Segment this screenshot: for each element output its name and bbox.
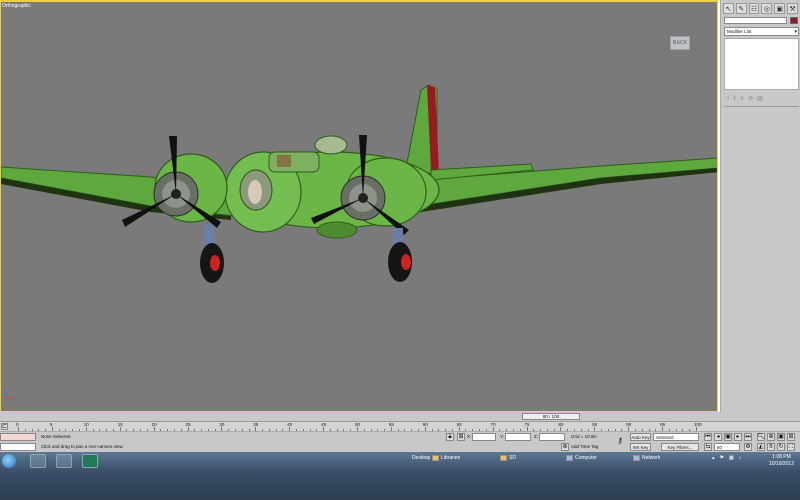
viewport-orthographic[interactable]: Orthographic BACK [0, 0, 718, 412]
pan-view-icon[interactable]: ✋︎ [767, 443, 775, 451]
lock-selection-icon[interactable]: 🔒︎ [446, 433, 454, 441]
goto-end-icon[interactable]: ⏭︎ [744, 433, 752, 441]
track-bar[interactable]: ⊏ 0 5 10 15 20 25 30 35 40 45 50 55 60 65 70 75 80 85 90 95… [0, 421, 800, 431]
maxscript-mini-listener[interactable] [0, 443, 36, 451]
chevron-down-icon: ▾ [794, 29, 797, 35]
start-button-icon[interactable] [2, 454, 16, 468]
computer-icon [566, 455, 573, 461]
desktop-label: Desktop [412, 455, 431, 461]
z-label: Z: [534, 434, 538, 439]
viewcube[interactable]: BACK [668, 33, 692, 51]
y-label: Y: [500, 434, 505, 439]
tray-arrow-icon[interactable]: ▴ [712, 455, 715, 461]
create-tab-icon[interactable]: ↖ [723, 3, 734, 14]
sd-item[interactable]: SD [500, 455, 516, 461]
key-icon[interactable]: ⚷ [616, 437, 624, 445]
clock-time: 1:08 PM [772, 454, 791, 460]
grid-size: Grid = 10.0in [571, 434, 597, 439]
add-time-tag[interactable]: Add Time Tag [571, 443, 598, 451]
maximize-viewport-icon[interactable]: ⛶ [787, 443, 795, 451]
x-label: X: [467, 434, 472, 439]
network-label: Network [642, 455, 661, 461]
command-panel-tabs: ↖ ✎ ☷ ◎ ▣ ⚒ [721, 0, 800, 17]
orbit-icon[interactable]: ↻ [777, 443, 785, 451]
remove-modifier-icon[interactable]: ⊘ [748, 95, 753, 102]
object-name-field[interactable] [724, 17, 787, 24]
key-mode-icon[interactable]: ⇆ [704, 443, 712, 451]
display-tab-icon[interactable]: ▣ [774, 3, 786, 14]
pin-stack-icon[interactable]: ⊣ [724, 95, 729, 102]
flag-icon[interactable]: ⚑ [720, 455, 724, 461]
libraries-item[interactable]: Libraries [432, 455, 460, 461]
viewcube-face[interactable]: BACK [670, 36, 690, 50]
modify-tab-icon[interactable]: ✎ [735, 3, 747, 14]
selection-set-dropdown[interactable]: Selected [653, 433, 699, 441]
goto-start-icon[interactable]: ⏮︎ [704, 433, 712, 441]
prompt-line: Click and drag to pan a non-camera view [41, 444, 123, 449]
set-key-button[interactable]: Set Key [630, 443, 651, 451]
zoom-extents-icon[interactable]: ▣ [777, 433, 785, 441]
time-slider[interactable]: 80 / 100 [0, 412, 800, 421]
show-end-result-icon[interactable]: ‖ [733, 96, 735, 102]
stack-toolbar: ⊣ ‖ ∨ ⊘ ▤ [724, 94, 799, 103]
internet-explorer-icon[interactable] [56, 454, 72, 468]
make-unique-icon[interactable]: ∨ [740, 95, 744, 102]
modifier-list-dropdown[interactable]: Modifier List ▾ [724, 27, 799, 36]
key-filters-button[interactable]: Key Filters... [661, 443, 699, 451]
zoom-icon[interactable]: 🔍︎ [757, 433, 765, 441]
motion-tab-icon[interactable]: ◎ [761, 3, 773, 14]
absolute-mode-icon[interactable]: ⊞ [457, 433, 465, 441]
libraries-label: Libraries [441, 455, 461, 461]
volume-icon[interactable]: ♪ [739, 455, 742, 461]
maxscript-listener[interactable] [0, 433, 36, 441]
command-panel: ↖ ✎ ☷ ◎ ▣ ⚒ Modifier List ▾ ⊣ ‖ ∨ ⊘ ▤ [720, 0, 800, 412]
folder-icon [500, 455, 507, 461]
field-of-view-icon[interactable]: ◭ [757, 443, 765, 451]
network-icon [633, 455, 640, 461]
network-tray-icon[interactable]: ▦ [729, 455, 734, 461]
viewport-label[interactable]: Orthographic [2, 3, 31, 9]
configure-sets-icon[interactable]: ▤ [757, 95, 763, 102]
current-frame-field[interactable]: 80 [714, 443, 740, 451]
x-coordinate-field[interactable] [472, 433, 496, 441]
zoom-extents-all-icon[interactable]: ⊞ [787, 433, 795, 441]
system-tray: ▴ ⚑ ▦ ♪ [712, 455, 741, 461]
time-slider-thumb[interactable]: 80 / 100 [522, 413, 580, 420]
object-color-swatch[interactable] [790, 17, 798, 24]
selection-status: None Selected [41, 434, 71, 439]
clock-date: 10/19/2012 [768, 461, 794, 467]
z-coordinate-field[interactable] [539, 433, 565, 441]
hierarchy-tab-icon[interactable]: ☷ [748, 3, 760, 14]
next-frame-icon[interactable]: ▸ [734, 433, 742, 441]
utilities-tab-icon[interactable]: ⚒ [787, 3, 798, 14]
computer-label: Computer [575, 455, 597, 461]
3ds-max-icon[interactable] [82, 454, 98, 468]
sd-label: SD [509, 455, 516, 461]
y-coordinate-field[interactable] [505, 433, 531, 441]
time-configuration-icon[interactable]: ⚙︎ [744, 443, 752, 451]
panel-divider [724, 106, 799, 107]
network-item[interactable]: Network [633, 455, 660, 461]
modifier-stack-view[interactable] [724, 38, 799, 90]
windows-taskbar: Desktop Libraries SD Computer Network ▴ … [0, 452, 800, 500]
computer-item[interactable]: Computer [566, 455, 597, 461]
previous-frame-icon[interactable]: ◂ [714, 433, 722, 441]
curve-editor-icon[interactable]: ⊏ [1, 423, 8, 430]
folder-icon [432, 455, 439, 461]
clock[interactable]: 1:08 PM 10/19/2012 [769, 454, 794, 468]
bomber-aircraft-model[interactable] [1, 80, 718, 290]
desktop-toolbar[interactable]: Desktop [412, 455, 430, 461]
zoom-all-icon[interactable]: ⊕ [767, 433, 775, 441]
modifier-list-label: Modifier List [727, 29, 752, 34]
status-bar: None Selected Click and drag to pan a no… [0, 431, 800, 452]
explorer-icon[interactable] [30, 454, 46, 468]
play-icon[interactable]: ▣ [724, 433, 732, 441]
axis-gizmo-icon [4, 388, 12, 399]
time-tag-icon[interactable]: ⊕ [561, 443, 569, 451]
auto-key-button[interactable]: Auto Key [630, 433, 651, 441]
